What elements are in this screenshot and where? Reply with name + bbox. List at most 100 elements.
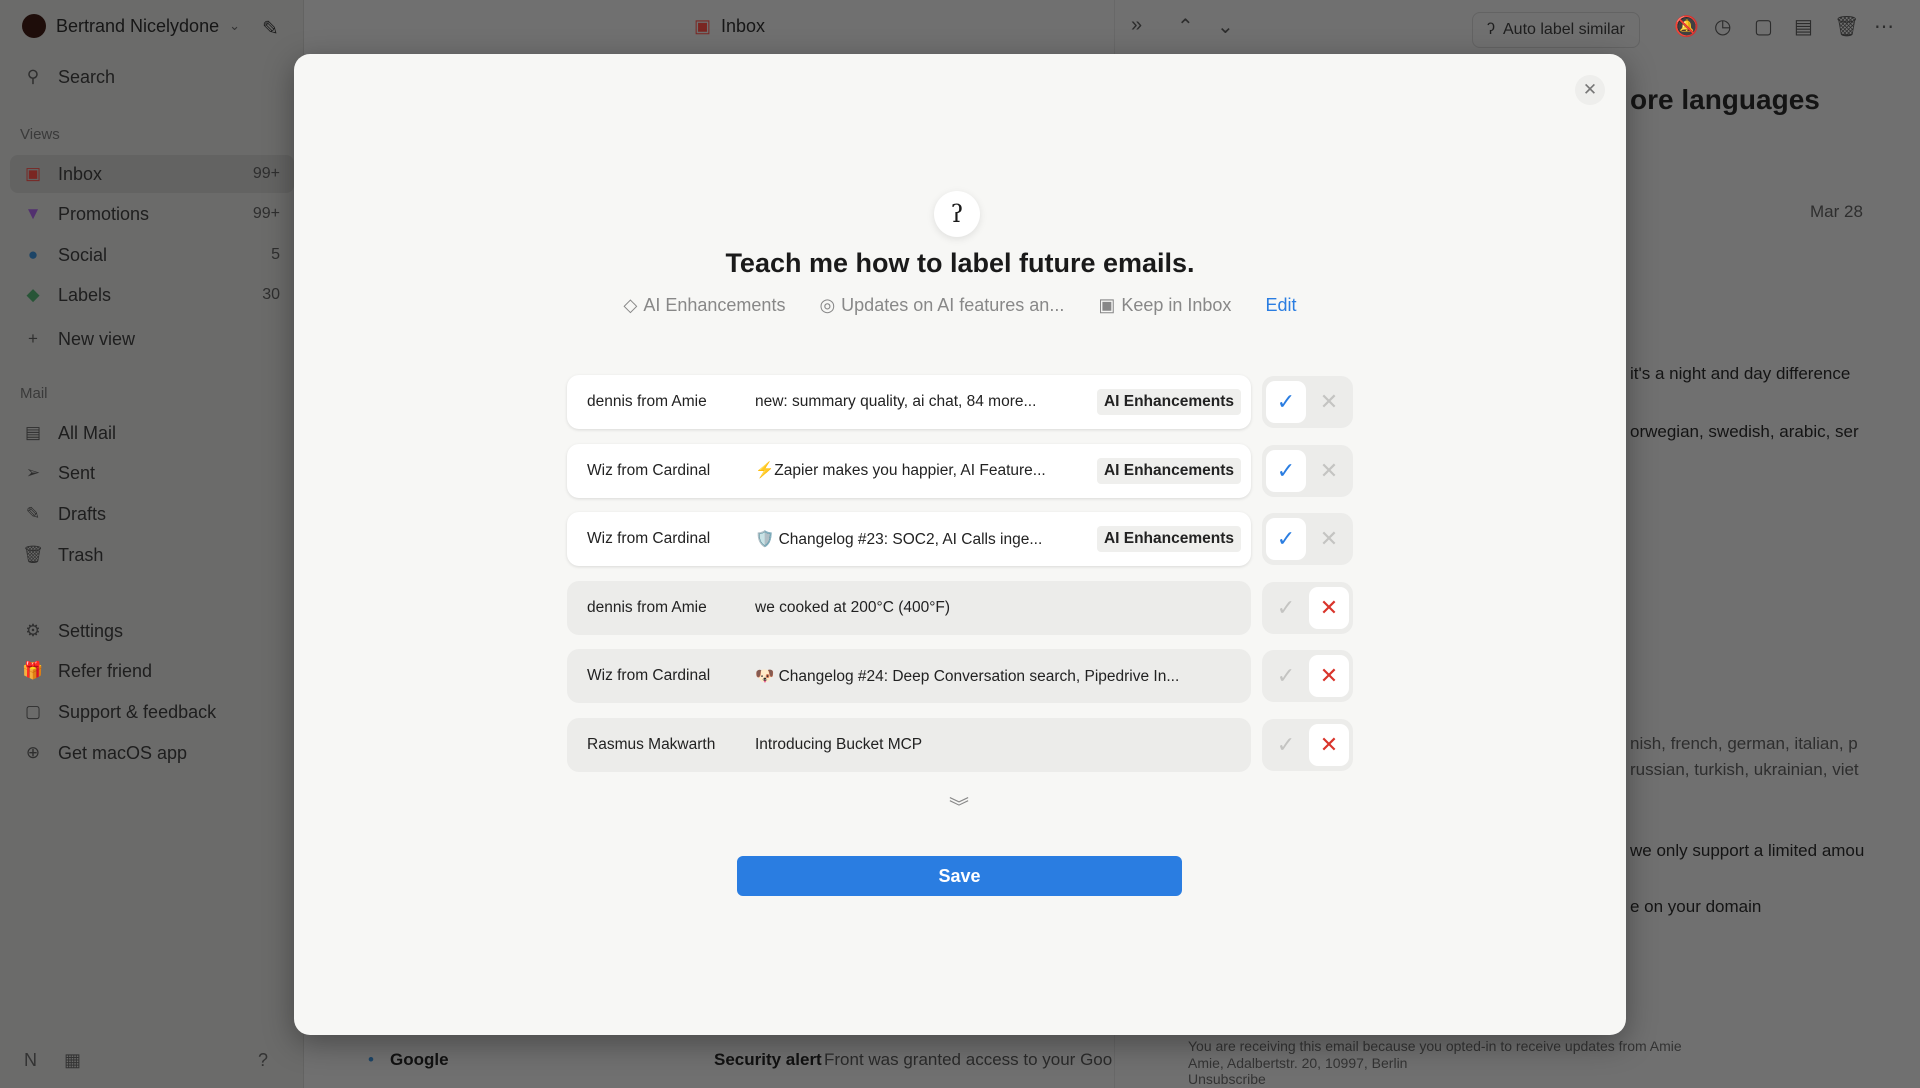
label-badge: AI Enhancements — [1097, 526, 1241, 552]
clock-icon[interactable]: ◷ — [1714, 14, 1731, 39]
subject: 🛡️ Changelog #23: SOC2, AI Calls inge... — [755, 530, 1097, 549]
approve-check-icon[interactable]: ✓ — [1266, 655, 1306, 697]
save-button[interactable]: Save — [737, 856, 1182, 896]
approve-check-icon[interactable]: ✓ — [1266, 724, 1306, 766]
example-email-row: Wiz from Cardinal⚡Zapier makes you happi… — [567, 444, 1251, 498]
count: 99+ — [253, 205, 280, 223]
label-name: ◇AI Enhancements — [624, 295, 786, 316]
label: Sent — [58, 463, 95, 484]
trash-icon[interactable]: 🗑 — [1834, 14, 1859, 39]
reject-x-icon[interactable]: ✕ — [1309, 587, 1349, 629]
label: Refer friend — [58, 661, 152, 682]
search-label: Search — [58, 67, 115, 88]
match-toggle: ✓✕ — [1262, 650, 1353, 702]
views-heading: Views — [20, 126, 60, 143]
sender: Rasmus Makwarth — [567, 736, 755, 754]
title: Inbox — [721, 16, 765, 37]
sidebar-item-social[interactable]: ●Social5 — [10, 236, 294, 274]
body-line: nish, french, german, italian, p — [1630, 734, 1858, 754]
approve-check-icon[interactable]: ✓ — [1266, 518, 1306, 560]
sidebar-item-refer[interactable]: 🎁 Refer friend — [10, 652, 294, 690]
match-toggle: ✓✕ — [1262, 445, 1353, 497]
mail-heading: Mail — [20, 385, 48, 402]
subject: Security alert — [714, 1050, 822, 1070]
account-switcher[interactable]: Bertrand Nicelydone⌄ — [22, 14, 240, 38]
description-text: Updates on AI features an... — [841, 295, 1064, 315]
sidebar-item-all-mail[interactable]: ▤All Mail — [10, 414, 294, 452]
gift-icon: 🎁 — [22, 661, 44, 681]
avatar — [22, 14, 46, 38]
sidebar-item-settings[interactable]: ⚙Settings — [10, 612, 294, 650]
label: Drafts — [58, 504, 106, 525]
action-text: Keep in Inbox — [1121, 295, 1231, 315]
reject-x-icon[interactable]: ✕ — [1309, 724, 1349, 766]
sidebar-item-labels[interactable]: ◆Labels30 — [10, 276, 294, 314]
mute-icon[interactable]: 🔕 — [1674, 14, 1699, 39]
calendar-icon[interactable]: ▦ — [64, 1050, 81, 1071]
sender: dennis from Amie — [567, 393, 755, 411]
example-email-row: Wiz from Cardinal🐶 Changelog #24: Deep C… — [567, 649, 1251, 703]
sidebar-item-inbox[interactable]: ▣Inbox99+ — [10, 155, 294, 193]
sidebar-item-trash[interactable]: 🗑Trash — [10, 536, 294, 574]
reject-x-icon[interactable]: ✕ — [1309, 450, 1349, 492]
auto-label-similar-button[interactable]: ʔAuto label similar — [1472, 12, 1640, 48]
list-title: ▣Inbox — [694, 16, 765, 37]
chevron-down-icon[interactable]: ⌄ — [1217, 14, 1234, 39]
download-icon: ⊕ — [22, 743, 44, 763]
face-icon: ʔ — [1487, 21, 1495, 39]
chevron-up-icon[interactable]: ⌃ — [1177, 14, 1194, 39]
unsubscribe-link[interactable]: Unsubscribe — [1188, 1071, 1266, 1087]
label: Inbox — [58, 164, 102, 185]
body-line: we only support a limited amou — [1630, 841, 1864, 861]
sidebar-item-drafts[interactable]: ✎Drafts — [10, 495, 294, 533]
sender: dennis from Amie — [567, 599, 755, 617]
assistant-face-icon: ʔ — [934, 191, 980, 237]
show-more-chevrons-icon[interactable]: ︾ — [944, 791, 974, 820]
reject-x-icon[interactable]: ✕ — [1309, 518, 1349, 560]
match-toggle: ✓✕ — [1262, 513, 1353, 565]
message-icon: ▢ — [22, 702, 44, 722]
label: Promotions — [58, 204, 149, 225]
new-view-button[interactable]: +New view — [10, 320, 294, 358]
tag-icon: ◇ — [624, 295, 638, 315]
inbox-icon: ▣ — [1098, 295, 1115, 315]
example-email-row: dennis from Amienew: summary quality, ai… — [567, 375, 1251, 429]
inbox-icon: ▣ — [22, 164, 44, 184]
notion-icon[interactable]: N — [24, 1050, 37, 1071]
example-email-row: Rasmus MakwarthIntroducing Bucket MCP — [567, 718, 1251, 772]
edit-link[interactable]: Edit — [1265, 295, 1296, 316]
subject: ⚡Zapier makes you happier, AI Feature... — [755, 461, 1097, 480]
chevron-down-icon: ⌄ — [229, 18, 240, 34]
help-icon[interactable]: ? — [258, 1050, 268, 1071]
label: New view — [58, 329, 135, 350]
sender: Wiz from Cardinal — [567, 462, 755, 480]
sidebar-item-sent[interactable]: ➢Sent — [10, 454, 294, 492]
approve-check-icon[interactable]: ✓ — [1266, 450, 1306, 492]
reminder-icon[interactable]: ▢ — [1754, 14, 1773, 39]
compose-icon[interactable]: ✎ — [262, 16, 279, 41]
archive-icon[interactable]: ▤ — [1794, 14, 1813, 39]
more-icon[interactable]: ⋯ — [1874, 14, 1894, 39]
sidebar-item-macos[interactable]: ⊕ Get macOS app — [10, 734, 294, 772]
body-line: orwegian, swedish, arabic, ser — [1630, 422, 1859, 442]
sidebar: Bertrand Nicelydone⌄ ✎ ⚲Search Views ▣ In… — [0, 0, 304, 1088]
trash-icon: 🗑 — [22, 545, 44, 565]
approve-check-icon[interactable]: ✓ — [1266, 587, 1306, 629]
reject-x-icon[interactable]: ✕ — [1309, 655, 1349, 697]
label: Get macOS app — [58, 743, 187, 764]
sparkle-check-icon: ◎ — [819, 295, 835, 315]
body-line: it's a night and day difference — [1630, 364, 1850, 384]
sidebar-item-promotions[interactable]: ▼Promotions99+ — [10, 195, 294, 233]
reject-x-icon[interactable]: ✕ — [1309, 381, 1349, 423]
collapse-icon[interactable]: » — [1131, 14, 1142, 37]
dialog-title: Teach me how to label future emails. — [294, 248, 1626, 279]
sidebar-item-support[interactable]: ▢Support & feedback — [10, 693, 294, 731]
match-toggle: ✓✕ — [1262, 582, 1353, 634]
close-button[interactable]: ✕ — [1575, 75, 1605, 105]
approve-check-icon[interactable]: ✓ — [1266, 381, 1306, 423]
label-summary: ◇AI Enhancements ◎ Updates on AI features… — [294, 295, 1626, 316]
search-button[interactable]: ⚲Search — [10, 58, 294, 96]
gear-icon: ⚙ — [22, 621, 44, 641]
count: 30 — [262, 286, 280, 304]
sender: Wiz from Cardinal — [567, 667, 755, 685]
